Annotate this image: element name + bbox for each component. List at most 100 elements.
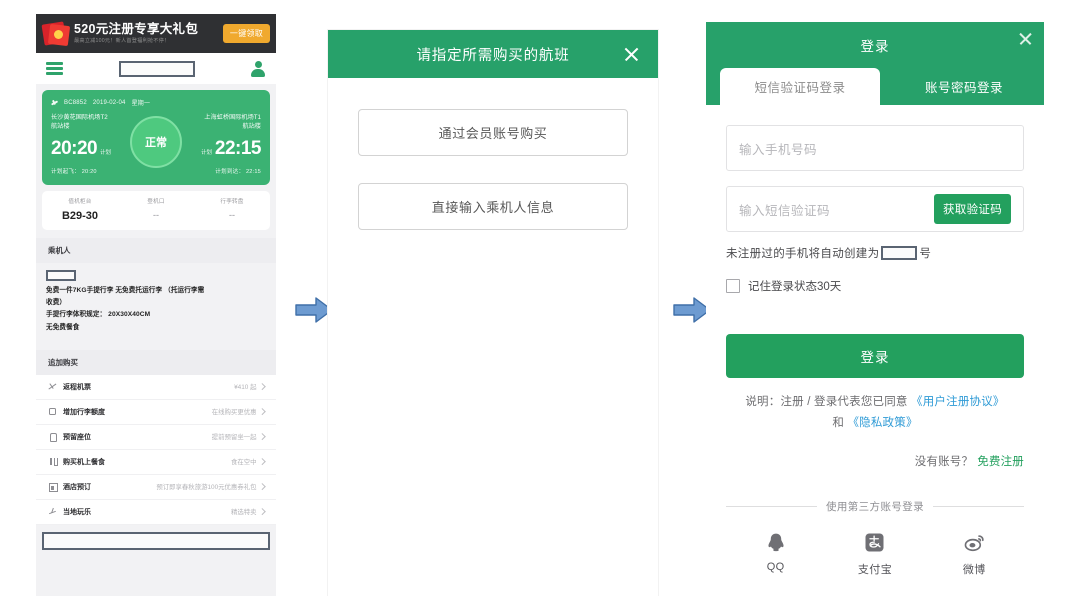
close-icon[interactable]	[623, 46, 640, 63]
addon-label: 当地玩乐	[63, 508, 91, 516]
login-submit-button[interactable]: 登录	[726, 334, 1024, 378]
terms-prefix: 说明：注册 / 登录代表您已同意	[745, 396, 912, 408]
list-item[interactable]: 预留座位 提前预留坐一起	[36, 425, 276, 450]
gate-info-cell-gate: 登机口 --	[118, 197, 194, 222]
flight-number: BC8852	[64, 99, 87, 106]
third-party-weibo[interactable]: 微博	[925, 530, 1024, 577]
addon-right: 精选特卖	[231, 507, 265, 516]
addon-right: ¥410 起	[234, 382, 265, 391]
departure-block: 长沙黄花国际机场T2 航站楼 20:20 计划 计划起飞： 20:20	[51, 114, 129, 175]
arrival-time-tag: 计划	[201, 149, 212, 156]
promo-claim-button[interactable]: 一键领取	[223, 24, 270, 43]
login-header: 登录	[706, 22, 1044, 68]
third-party-title: 使用第三方账号登录	[825, 500, 925, 513]
remember-login-checkbox-row[interactable]: 记住登录状态30天	[726, 278, 1024, 294]
alipay-label: 支付宝	[857, 563, 893, 576]
baggage-icon	[48, 407, 57, 416]
addon-section-title: 追加购买	[36, 349, 276, 375]
login-dialog: 登录 短信验证码登录 账号密码登录 输入手机号码 输入短信验证码 获取验证码 未…	[706, 22, 1044, 596]
checkin-counter-label: 值机柜台	[68, 198, 92, 205]
sms-code-input[interactable]: 输入短信验证码 获取验证码	[726, 186, 1024, 232]
chevron-right-icon	[258, 508, 265, 515]
promo-banner-title: 520元注册专享大礼包	[74, 21, 199, 36]
arrival-time: 22:15	[214, 137, 262, 159]
app-header-bar	[36, 53, 276, 84]
list-item[interactable]: 当地玩乐 精选特卖	[36, 500, 276, 525]
privacy-policy-link[interactable]: 《隐私政策》	[847, 417, 917, 429]
baggage-carousel-label: 行李转盘	[220, 198, 244, 205]
addon-right: 在线购买更优惠	[212, 407, 265, 416]
login-form: 输入手机号码 输入短信验证码 获取验证码 未注册过的手机将自动创建为 号 记住登…	[706, 105, 1044, 577]
auto-create-hint-prefix: 未注册过的手机将自动创建为	[726, 248, 880, 260]
list-item[interactable]: 返程机票 ¥410 起	[36, 375, 276, 400]
flight-status-card[interactable]: BC8852 2019-02-04 星期一 正常 长沙黄花国际机场T2 航站楼 …	[42, 90, 270, 185]
buy-with-member-account-button[interactable]: 通过会员账号购买	[358, 109, 628, 156]
weibo-label: 微博	[962, 563, 986, 576]
remember-label: 记住登录状态30天	[748, 281, 842, 293]
screenshot-stage: 520元注册专享大礼包 最高立减100元！新人首登福利抢不停！ 一键领取 BC8…	[0, 0, 1080, 596]
departure-terminal: 航站楼	[51, 122, 70, 130]
remember-checkbox[interactable]	[726, 279, 740, 293]
baggage-policy-text: 免费一件7KG手提行李 无免费托运行李 （托运行李需 收费） 手提行李体积规定：…	[42, 281, 270, 342]
bottom-bar-redacted	[42, 531, 270, 550]
phone-input[interactable]: 输入手机号码	[726, 125, 1024, 171]
passenger-name-redacted	[46, 269, 76, 281]
person-icon[interactable]	[250, 60, 266, 77]
third-party-qq[interactable]: QQ	[726, 530, 825, 577]
gift-envelope-icon	[40, 20, 71, 47]
enter-passenger-info-button[interactable]: 直接输入乘机人信息	[358, 183, 628, 230]
promo-banner[interactable]: 520元注册专享大礼包 最高立减100元！新人首登福利抢不停！ 一键领取	[36, 14, 276, 53]
auto-create-hint-suffix: 号	[919, 248, 932, 260]
qq-icon	[726, 530, 825, 556]
login-tabs: 短信验证码登录 账号密码登录	[706, 68, 1044, 105]
list-item[interactable]: 购买机上餐食 食在空中	[36, 450, 276, 475]
auto-create-hint: 未注册过的手机将自动创建为 号	[726, 245, 1024, 261]
list-item[interactable]: 增加行李额度 在线购买更优惠	[36, 400, 276, 425]
addon-right: 食在空中	[231, 457, 265, 466]
boarding-gate-value: --	[153, 209, 159, 220]
phone-input-placeholder: 输入手机号码	[739, 142, 818, 157]
addon-label: 购买机上餐食	[63, 458, 105, 466]
promo-banner-text: 520元注册专享大礼包 最高立减100元！新人首登福利抢不停！	[70, 21, 223, 45]
user-agreement-link[interactable]: 《用户注册协议》	[911, 396, 1005, 408]
departure-time-tag: 计划	[100, 149, 111, 156]
arrival-terminal: 航站楼	[242, 122, 261, 130]
airplane-icon	[51, 99, 58, 106]
select-flight-dialog: 请指定所需购买的航班 通过会员账号购买 直接输入乘机人信息	[328, 30, 658, 596]
third-party-separator: 使用第三方账号登录	[726, 499, 1025, 514]
chevron-right-icon	[258, 433, 265, 440]
third-party-row: QQ 支付宝 微博	[726, 530, 1024, 577]
chevron-right-icon	[258, 383, 265, 390]
hamburger-menu-icon[interactable]	[46, 62, 63, 75]
phone-screen-body: BC8852 2019-02-04 星期一 正常 长沙黄花国际机场T2 航站楼 …	[36, 84, 276, 596]
flight-detail-phone-panel: 520元注册专享大礼包 最高立减100元！新人首登福利抢不停！ 一键领取 BC8…	[36, 14, 276, 596]
addon-right: 提前预留坐一起	[212, 432, 265, 441]
close-icon[interactable]	[1018, 31, 1033, 46]
addon-label: 预留座位	[63, 433, 91, 441]
meal-icon	[48, 457, 58, 467]
passenger-section-title: 乘机人	[36, 237, 276, 263]
chevron-right-icon	[258, 458, 265, 465]
terms-text: 说明：注册 / 登录代表您已同意 《用户注册协议》 和 《隐私政策》	[726, 392, 1024, 435]
baggage-line-1: 免费一件7KG手提行李 无免费托运行李 （托运行李需	[46, 286, 205, 294]
arrival-airport: 上海虹桥国际机场T1	[204, 114, 261, 121]
flight-date: 2019-02-04	[92, 99, 126, 106]
tab-password-login[interactable]: 账号密码登录	[884, 68, 1044, 105]
free-register-link[interactable]: 免费注册	[977, 456, 1024, 468]
auto-create-hint-redacted	[881, 246, 918, 260]
list-item[interactable]: 酒店预订 预订即享春秋旅游100元优惠券礼包	[36, 475, 276, 500]
dialog-header: 请指定所需购买的航班	[328, 30, 658, 78]
local-fun-icon	[48, 507, 57, 516]
addon-right: 预订即享春秋旅游100元优惠券礼包	[156, 482, 265, 491]
departure-airport: 长沙黄花国际机场T2	[51, 114, 108, 121]
no-account-row: 没有账号？ 免费注册	[726, 453, 1024, 469]
tab-sms-login[interactable]: 短信验证码登录	[720, 68, 880, 105]
login-title: 登录	[860, 39, 890, 54]
terms-and: 和	[832, 417, 848, 430]
flight-weekday: 星期一	[131, 101, 151, 107]
arrival-block: 上海虹桥国际机场T1 航站楼 计划 22:15 计划到达： 22:15	[183, 114, 261, 175]
get-code-button[interactable]: 获取验证码	[934, 194, 1011, 224]
checkin-counter-value: B29-30	[61, 209, 99, 222]
third-party-alipay[interactable]: 支付宝	[825, 530, 924, 577]
arrival-planned: 计划到达： 22:15	[215, 168, 261, 175]
